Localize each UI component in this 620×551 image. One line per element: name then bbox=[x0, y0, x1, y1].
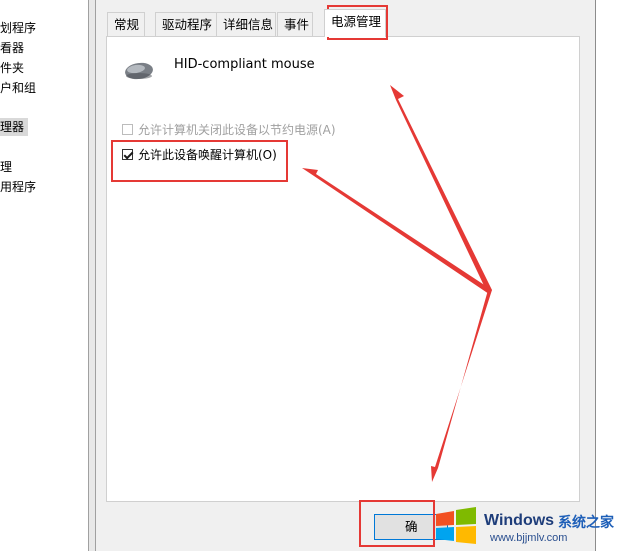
watermark-url: www.bjjmlv.com bbox=[490, 532, 568, 544]
allow-wake-option: 允许此设备唤醒计算机(O) bbox=[122, 146, 277, 164]
background bbox=[596, 0, 620, 551]
tab-power-management[interactable]: 电源管理 bbox=[324, 9, 386, 37]
watermark-brand: Windows bbox=[484, 512, 555, 529]
tree-item-selected[interactable]: 理器 bbox=[0, 118, 29, 136]
tree-item[interactable]: 看器 bbox=[0, 39, 24, 57]
panel-divider[interactable] bbox=[88, 0, 96, 551]
tree-item[interactable]: 用程序 bbox=[0, 178, 36, 196]
tab-general[interactable]: 常规 bbox=[107, 12, 145, 36]
allow-wake-checkbox[interactable] bbox=[122, 149, 133, 160]
device-manager-tree: 划程序 看器 件夹 户和组 理器 理 用程序 bbox=[0, 0, 88, 551]
allow-turn-off-option: 允许计算机关闭此设备以节约电源(A) bbox=[122, 121, 336, 139]
site-watermark: Windows 系统之家 www.bjjmlv.com bbox=[428, 498, 620, 551]
allow-turn-off-label: 允许计算机关闭此设备以节约电源(A) bbox=[138, 123, 336, 137]
tab-driver[interactable]: 驱动程序 bbox=[155, 12, 217, 36]
windows-logo-icon bbox=[436, 507, 476, 544]
allow-turn-off-checkbox[interactable] bbox=[122, 124, 133, 135]
allow-wake-label[interactable]: 允许此设备唤醒计算机(O) bbox=[138, 148, 277, 162]
tab-panel bbox=[106, 36, 580, 502]
tree-item[interactable]: 户和组 bbox=[0, 79, 36, 97]
tab-events[interactable]: 事件 bbox=[277, 12, 313, 36]
tree-item[interactable]: 件夹 bbox=[0, 59, 24, 77]
watermark-site-name: 系统之家 bbox=[558, 515, 614, 531]
mouse-icon bbox=[125, 62, 153, 80]
device-name: HID-compliant mouse bbox=[174, 57, 315, 72]
tree-item[interactable]: 划程序 bbox=[0, 19, 36, 37]
tab-details[interactable]: 详细信息 bbox=[216, 12, 276, 36]
tree-item[interactable]: 理 bbox=[0, 158, 12, 176]
